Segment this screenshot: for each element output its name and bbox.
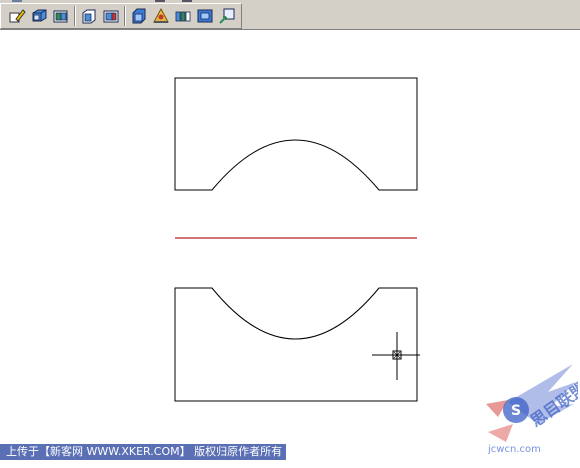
- view-icon[interactable]: [196, 7, 214, 25]
- logo-url: jcwcn.com: [488, 444, 541, 455]
- refresh-icon[interactable]: [218, 7, 236, 25]
- materials-icon[interactable]: [174, 7, 192, 25]
- crosshair-cursor-icon: [372, 332, 420, 380]
- menu-fragment: [12, 0, 22, 2]
- toolbar-separator: [124, 6, 126, 26]
- shade-icon[interactable]: [130, 7, 148, 25]
- lower-half-outline: [174, 287, 418, 402]
- solid-wedge-icon[interactable]: [52, 7, 70, 25]
- draw-order-icon[interactable]: [8, 7, 26, 25]
- svg-text:S: S: [511, 403, 521, 419]
- toolbar: [0, 0, 580, 30]
- solid-cone-icon[interactable]: [80, 7, 98, 25]
- solid-box-icon[interactable]: [30, 7, 48, 25]
- toolbar-separator: [74, 6, 76, 26]
- menu-fragment: [182, 0, 192, 2]
- menu-fragment: [155, 0, 165, 2]
- render-icon[interactable]: [152, 7, 170, 25]
- upper-half-outline: [174, 77, 418, 191]
- watermark-banner: 上传于【新客网 WWW.XKER.COM】 版权归原作者所有: [0, 444, 286, 460]
- solid-cylinder-icon[interactable]: [102, 7, 120, 25]
